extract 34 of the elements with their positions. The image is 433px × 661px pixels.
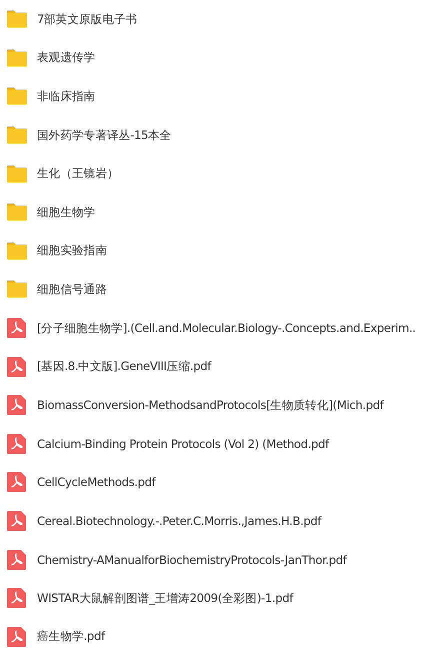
folder-icon (7, 48, 27, 68)
file-name[interactable]: 非临床指南 (37, 88, 96, 104)
pdf-icon (7, 588, 27, 608)
file-name[interactable]: 表观遗传学 (37, 50, 96, 66)
pdf-icon (7, 318, 27, 338)
pdf-icon (7, 472, 27, 492)
file-name[interactable]: 细胞生物学 (37, 204, 96, 220)
file-name[interactable]: 细胞实验指南 (37, 243, 107, 258)
file-name[interactable]: 细胞信号通路 (37, 282, 107, 297)
folder-icon (7, 86, 27, 106)
folder-icon (7, 240, 27, 261)
folder-icon (7, 202, 27, 222)
file-name[interactable]: Calcium-Binding Protein Protocols (Vol 2) (Method.pdf (37, 436, 329, 451)
file-name[interactable]: 7部英文原版电子书 (37, 12, 138, 27)
pdf-icon (7, 511, 27, 532)
folder-icon (7, 164, 27, 184)
pdf-icon (7, 550, 27, 570)
pdf-icon (7, 395, 27, 416)
file-name[interactable]: [分子细胞生物学].(Cell.and.Molecular.Biology-.Concepts.and.Experim.. (37, 320, 416, 336)
file-name[interactable]: WISTAR大鼠解剖图谱_王增涛2009(全彩图)-1.pdf (37, 590, 293, 606)
file-name[interactable]: Cereal.Biotechnology.-.Peter.C.Morris.,James.H.B.pdf (37, 514, 322, 528)
file-name[interactable]: BiomassConversion-MethodsandProtocols[生物质转化](Mich.pdf (37, 398, 384, 413)
file-name[interactable]: Chemistry-AManualforBiochemistryProtocols-JanThor.pdf (37, 552, 347, 567)
pdf-icon (7, 356, 27, 377)
folder-icon (7, 125, 27, 146)
folder-icon (7, 279, 27, 300)
file-name[interactable]: [基因.8.中文版].GeneVIII压缩.pdf (37, 359, 212, 374)
pdf-icon (7, 434, 27, 454)
file-name[interactable]: 癌生物学.pdf (37, 629, 105, 644)
pdf-icon (7, 626, 27, 647)
file-name[interactable]: 国外药学专著译丛-15本全 (37, 128, 172, 143)
folder-icon (7, 9, 27, 30)
file-name[interactable]: CellCycleMethods.pdf (37, 475, 156, 490)
file-name[interactable]: 生化（王镜岩） (37, 166, 119, 182)
